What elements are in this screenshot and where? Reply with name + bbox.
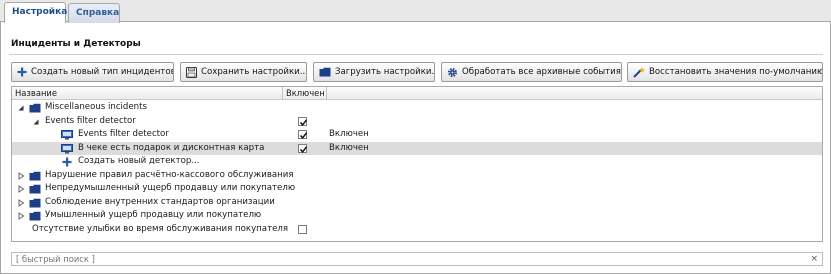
folder-icon — [29, 211, 41, 221]
enabled-checkbox[interactable] — [298, 224, 307, 234]
row-label: Events filter detector — [78, 129, 169, 139]
save-settings-button[interactable]: Сохранить настройки... — [180, 62, 307, 82]
tree-row-category[interactable]: Miscellaneous incidents — [12, 101, 822, 115]
tab-strip: Настройка Справка — [0, 0, 831, 23]
grid-header: Название Включен — [12, 87, 822, 100]
tree-row-category[interactable]: Соблюдение внутренних стандартов организ… — [12, 196, 822, 210]
tree-row-category[interactable]: Нарушение правил расчётно-кассового обсл… — [12, 169, 822, 183]
column-header-enabled[interactable]: Включен — [283, 87, 326, 100]
collapsed-arrow-icon[interactable] — [17, 198, 25, 207]
collapsed-arrow-icon[interactable] — [17, 171, 25, 180]
enabled-status: Включен — [329, 142, 369, 153]
quick-search-input[interactable] — [14, 253, 794, 265]
tab-settings[interactable]: Настройка — [4, 2, 67, 23]
tab-help[interactable]: Справка — [68, 3, 120, 23]
row-label: В чеке есть подарок и дисконтная карта — [78, 142, 265, 153]
folder-icon — [319, 67, 331, 77]
clear-search-icon[interactable]: × — [810, 253, 818, 265]
folder-icon — [29, 184, 41, 194]
tree-row-detector[interactable]: Events filter detector Включен — [12, 128, 822, 142]
save-settings-label: Сохранить настройки... — [201, 67, 307, 77]
gear-icon — [447, 67, 458, 77]
restore-defaults-button[interactable]: Восстановить значения по-умолчанию — [627, 62, 823, 82]
folder-icon — [29, 103, 41, 113]
folder-icon — [29, 171, 41, 180]
row-label: Создать новый детектор... — [78, 156, 200, 166]
incidents-tree-grid: Название Включен Miscellaneous incidents… — [11, 86, 823, 242]
floppy-disk-icon — [186, 66, 197, 78]
enabled-checkbox[interactable] — [298, 116, 308, 126]
tree-row-category[interactable]: Умышленный ущерб продавцу или покупателю — [12, 209, 822, 223]
restore-defaults-label: Восстановить значения по-умолчанию — [649, 67, 823, 77]
row-label: Соблюдение внутренних стандартов организ… — [45, 196, 275, 207]
checkmark-icon — [299, 145, 308, 153]
enabled-checkbox[interactable] — [298, 143, 308, 153]
row-label: Умышленный ущерб продавцу или покупателю — [45, 210, 262, 220]
section-divider — [9, 54, 823, 55]
tree-row-category[interactable]: Непредумышленный ущерб продавцу или поку… — [12, 182, 822, 196]
process-archive-label: Обработать все архивные события... — [462, 67, 622, 77]
tree-row-detector-group[interactable]: Events filter detector — [12, 115, 822, 129]
row-label: Miscellaneous incidents — [45, 102, 147, 112]
column-divider[interactable] — [326, 87, 327, 100]
tree-row-setting[interactable]: Отсутствие улыбки во время обслуживания … — [12, 223, 822, 237]
toolbar: Создать новый тип инцидентов Сохранить н… — [11, 62, 823, 82]
process-archive-button[interactable]: Обработать все архивные события... — [441, 62, 622, 82]
row-label: Отсутствие улыбки во время обслуживания … — [32, 223, 289, 234]
create-detector-link[interactable]: Создать новый детектор... — [12, 155, 822, 169]
folder-icon — [29, 198, 41, 207]
create-incident-type-label: Создать новый тип инцидентов — [31, 67, 174, 77]
create-incident-type-button[interactable]: Создать новый тип инцидентов — [11, 62, 174, 82]
magic-wand-icon — [633, 66, 645, 78]
plus-icon — [17, 67, 27, 77]
expanded-arrow-icon[interactable] — [17, 104, 25, 112]
quick-search-box[interactable]: × — [11, 252, 823, 266]
checkmark-icon — [299, 132, 308, 139]
section-title: Инциденты и Детекторы — [11, 39, 141, 49]
tree-row-detector-selected[interactable]: В чеке есть подарок и дисконтная карта В… — [12, 141, 822, 155]
enabled-checkbox[interactable] — [298, 130, 308, 139]
load-settings-label: Загрузить настройки... — [335, 67, 435, 77]
checkmark-icon — [299, 118, 308, 126]
row-label: Events filter detector — [45, 115, 136, 126]
expanded-arrow-icon[interactable] — [32, 118, 40, 126]
monitor-icon — [61, 130, 73, 140]
monitor-icon — [61, 143, 73, 154]
plus-icon — [62, 157, 72, 167]
settings-panel: Инциденты и Детекторы Создать новый тип … — [0, 22, 831, 274]
collapsed-arrow-icon[interactable] — [17, 185, 25, 193]
column-header-name[interactable]: Название — [12, 87, 282, 100]
row-label: Непредумышленный ущерб продавцу или поку… — [45, 183, 296, 193]
enabled-status: Включен — [329, 129, 369, 139]
collapsed-arrow-icon[interactable] — [17, 212, 25, 220]
load-settings-button[interactable]: Загрузить настройки... — [313, 62, 435, 82]
row-label: Нарушение правил расчётно-кассового обсл… — [45, 169, 294, 180]
